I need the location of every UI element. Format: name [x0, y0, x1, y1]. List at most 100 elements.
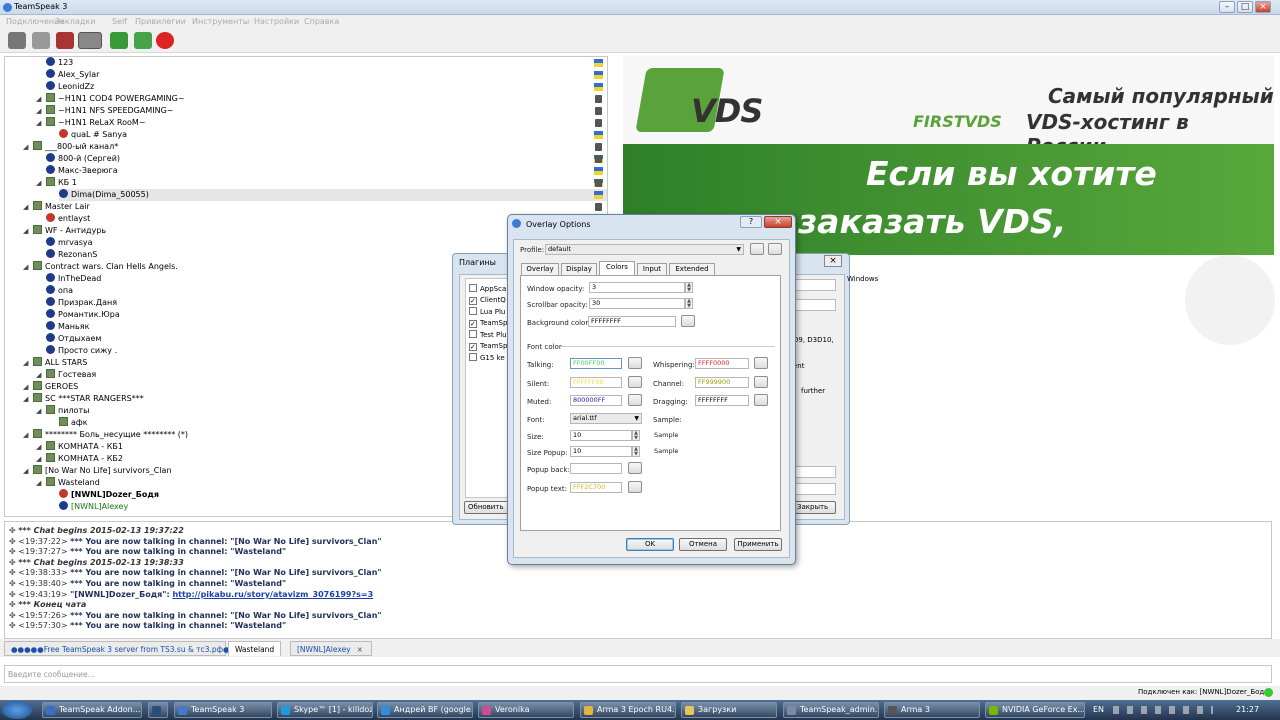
client-row[interactable]: 123 [46, 57, 607, 69]
system-tray-icons[interactable] [1113, 706, 1213, 714]
plugins-field-3[interactable] [793, 466, 836, 478]
expand-arrow-icon[interactable]: ◢ [23, 465, 28, 477]
scrollbar-opacity-stepper[interactable]: ▲ ▼ [685, 298, 693, 309]
window-opacity-field[interactable]: 3 [589, 282, 685, 293]
menu-permissions[interactable]: Привилегии [135, 17, 186, 26]
plugins-close-icon[interactable]: × [824, 255, 842, 267]
size-stepper[interactable]: ▲ ▼ [632, 430, 640, 441]
channel-row[interactable]: ◢ ___800-ый канал* [23, 141, 607, 153]
connect-icon[interactable] [8, 32, 26, 49]
silent-color-picker-button[interactable] [628, 376, 642, 388]
taskbar-item[interactable]: TeamSpeak_admin... [783, 702, 879, 718]
talking-color-field[interactable]: FF00FF00 [570, 358, 622, 369]
size-field[interactable]: 10 [570, 430, 632, 441]
tab-overlay[interactable]: Overlay [521, 263, 559, 275]
plugin-item[interactable]: G15 ke [469, 353, 505, 362]
expand-arrow-icon[interactable]: ◢ [36, 117, 41, 129]
tab-server[interactable]: ●●●●●Free TeamSpeak 3 server from TS3.su… [4, 641, 256, 656]
channel-row[interactable]: ◢ КБ 1 [36, 177, 607, 189]
expand-arrow-icon[interactable]: ◢ [36, 177, 41, 189]
menu-tools[interactable]: Инструменты [192, 17, 249, 26]
plugin-checkbox[interactable] [469, 307, 477, 315]
dragging-color-picker-button[interactable] [754, 394, 768, 406]
client-row[interactable]: Dima(Dima_50055) [59, 189, 607, 201]
tab-colors[interactable]: Colors [599, 261, 635, 275]
plugin-item[interactable]: Lua Plu [469, 307, 505, 316]
client-row[interactable]: 800-й (Сергей) [46, 153, 607, 165]
expand-arrow-icon[interactable]: ◢ [36, 453, 41, 465]
channel-row[interactable]: ◢ ~H1N1 NFS SPEEDGAMING~ [36, 105, 607, 117]
mute-microphone-icon[interactable] [78, 32, 102, 49]
plugin-checkbox[interactable] [469, 353, 477, 361]
muted-color-picker-button[interactable] [628, 394, 642, 406]
maximize-icon[interactable]: □ [1237, 1, 1253, 13]
tab-nwnl-alexey[interactable]: [NWNL]Alexey × [290, 641, 372, 656]
menu-self[interactable]: Self [112, 17, 127, 26]
client-row[interactable]: Макс-Зверюга [46, 165, 607, 177]
plugin-item[interactable]: AppSca [469, 284, 506, 293]
expand-arrow-icon[interactable]: ◢ [23, 201, 28, 213]
client-row[interactable]: quaL # Sanya [59, 129, 607, 141]
taskbar-item[interactable]: Загрузки [681, 702, 777, 718]
plugins-field-4[interactable] [793, 483, 836, 495]
popup-text-picker-button[interactable] [628, 481, 642, 493]
ok-button[interactable]: OK [626, 538, 674, 551]
expand-arrow-icon[interactable]: ◢ [36, 369, 41, 381]
menu-settings[interactable]: Настройки [254, 17, 299, 26]
expand-arrow-icon[interactable]: ◢ [36, 405, 41, 417]
client-row[interactable]: Alex_Sylar [46, 69, 607, 81]
expand-arrow-icon[interactable]: ◢ [23, 393, 28, 405]
expand-arrow-icon[interactable]: ◢ [36, 93, 41, 105]
size-popup-stepper[interactable]: ▲ ▼ [632, 446, 640, 457]
talking-color-picker-button[interactable] [628, 357, 642, 369]
tab-extended[interactable]: Extended [669, 263, 715, 275]
taskbar-item[interactable]: TeamSpeak 3 [174, 702, 272, 718]
disconnect-icon[interactable] [32, 32, 50, 49]
taskbar-item[interactable]: NVIDIA GeForce Ex... [985, 702, 1085, 718]
dragging-color-field[interactable]: FFFFFFFF [695, 395, 749, 406]
taskbar-item[interactable]: Arma 3 Epoch RU4... [580, 702, 676, 718]
plugins-close-button[interactable]: Закрыть [793, 501, 836, 514]
expand-arrow-icon[interactable]: ◢ [23, 141, 28, 153]
client-row[interactable]: LeonidZz [46, 81, 607, 93]
background-color-picker-button[interactable] [681, 315, 695, 327]
plugins-field-1[interactable] [793, 279, 836, 291]
popup-back-field[interactable] [570, 463, 622, 474]
taskbar-item[interactable]: Skype™ [1] - killdoz... [277, 702, 373, 718]
close-icon[interactable]: × [1255, 1, 1271, 13]
tab-wasteland[interactable]: Wasteland [228, 641, 282, 656]
popup-back-picker-button[interactable] [628, 462, 642, 474]
mute-speakers-icon[interactable] [110, 32, 128, 49]
plugin-item[interactable]: ✓ TeamSp [469, 342, 507, 351]
expand-arrow-icon[interactable]: ◢ [23, 357, 28, 369]
taskbar-item[interactable]: TeamSpeak Addon... [42, 702, 142, 718]
menu-help[interactable]: Справка [304, 17, 339, 26]
popup-text-field[interactable]: FFF2C700 [570, 482, 622, 493]
expand-arrow-icon[interactable]: ◢ [23, 381, 28, 393]
plugin-checkbox[interactable] [469, 330, 477, 338]
expand-arrow-icon[interactable]: ◢ [23, 261, 28, 273]
whispering-color-picker-button[interactable] [754, 357, 768, 369]
plugins-update-button[interactable]: Обновить [464, 501, 509, 514]
close-icon[interactable]: × [764, 216, 792, 228]
chat-input-field[interactable]: Введите сообщение... [4, 665, 1272, 683]
profile-add-button[interactable] [750, 243, 764, 255]
background-color-field[interactable]: FFFFFFFF [588, 316, 676, 327]
plugin-checkbox[interactable]: ✓ [469, 342, 477, 351]
channel-row[interactable]: ◢ ~H1N1 ReLaX RooM~ [36, 117, 607, 129]
whispering-color-field[interactable]: FFFF0000 [695, 358, 749, 369]
profile-remove-button[interactable] [768, 243, 782, 255]
apply-button[interactable]: Применить [734, 538, 782, 551]
taskbar-item[interactable]: Андрей BF (google... [377, 702, 473, 718]
cancel-button[interactable]: Отмена [679, 538, 727, 551]
muted-color-field[interactable]: 800000FF [570, 395, 622, 406]
plugin-checkbox[interactable] [469, 284, 477, 292]
away-icon[interactable] [56, 32, 74, 49]
font-select[interactable]: arial.ttf ▼ [570, 413, 642, 424]
language-indicator[interactable]: EN [1093, 705, 1104, 714]
start-button-icon[interactable] [2, 701, 32, 719]
taskbar-item[interactable]: Arma 3 [884, 702, 980, 718]
plugins-field-2[interactable] [793, 299, 836, 311]
channel-row[interactable]: ◢ ~H1N1 COD4 POWERGAMING~ [36, 93, 607, 105]
channel-color-field[interactable]: FF999900 [695, 377, 749, 388]
